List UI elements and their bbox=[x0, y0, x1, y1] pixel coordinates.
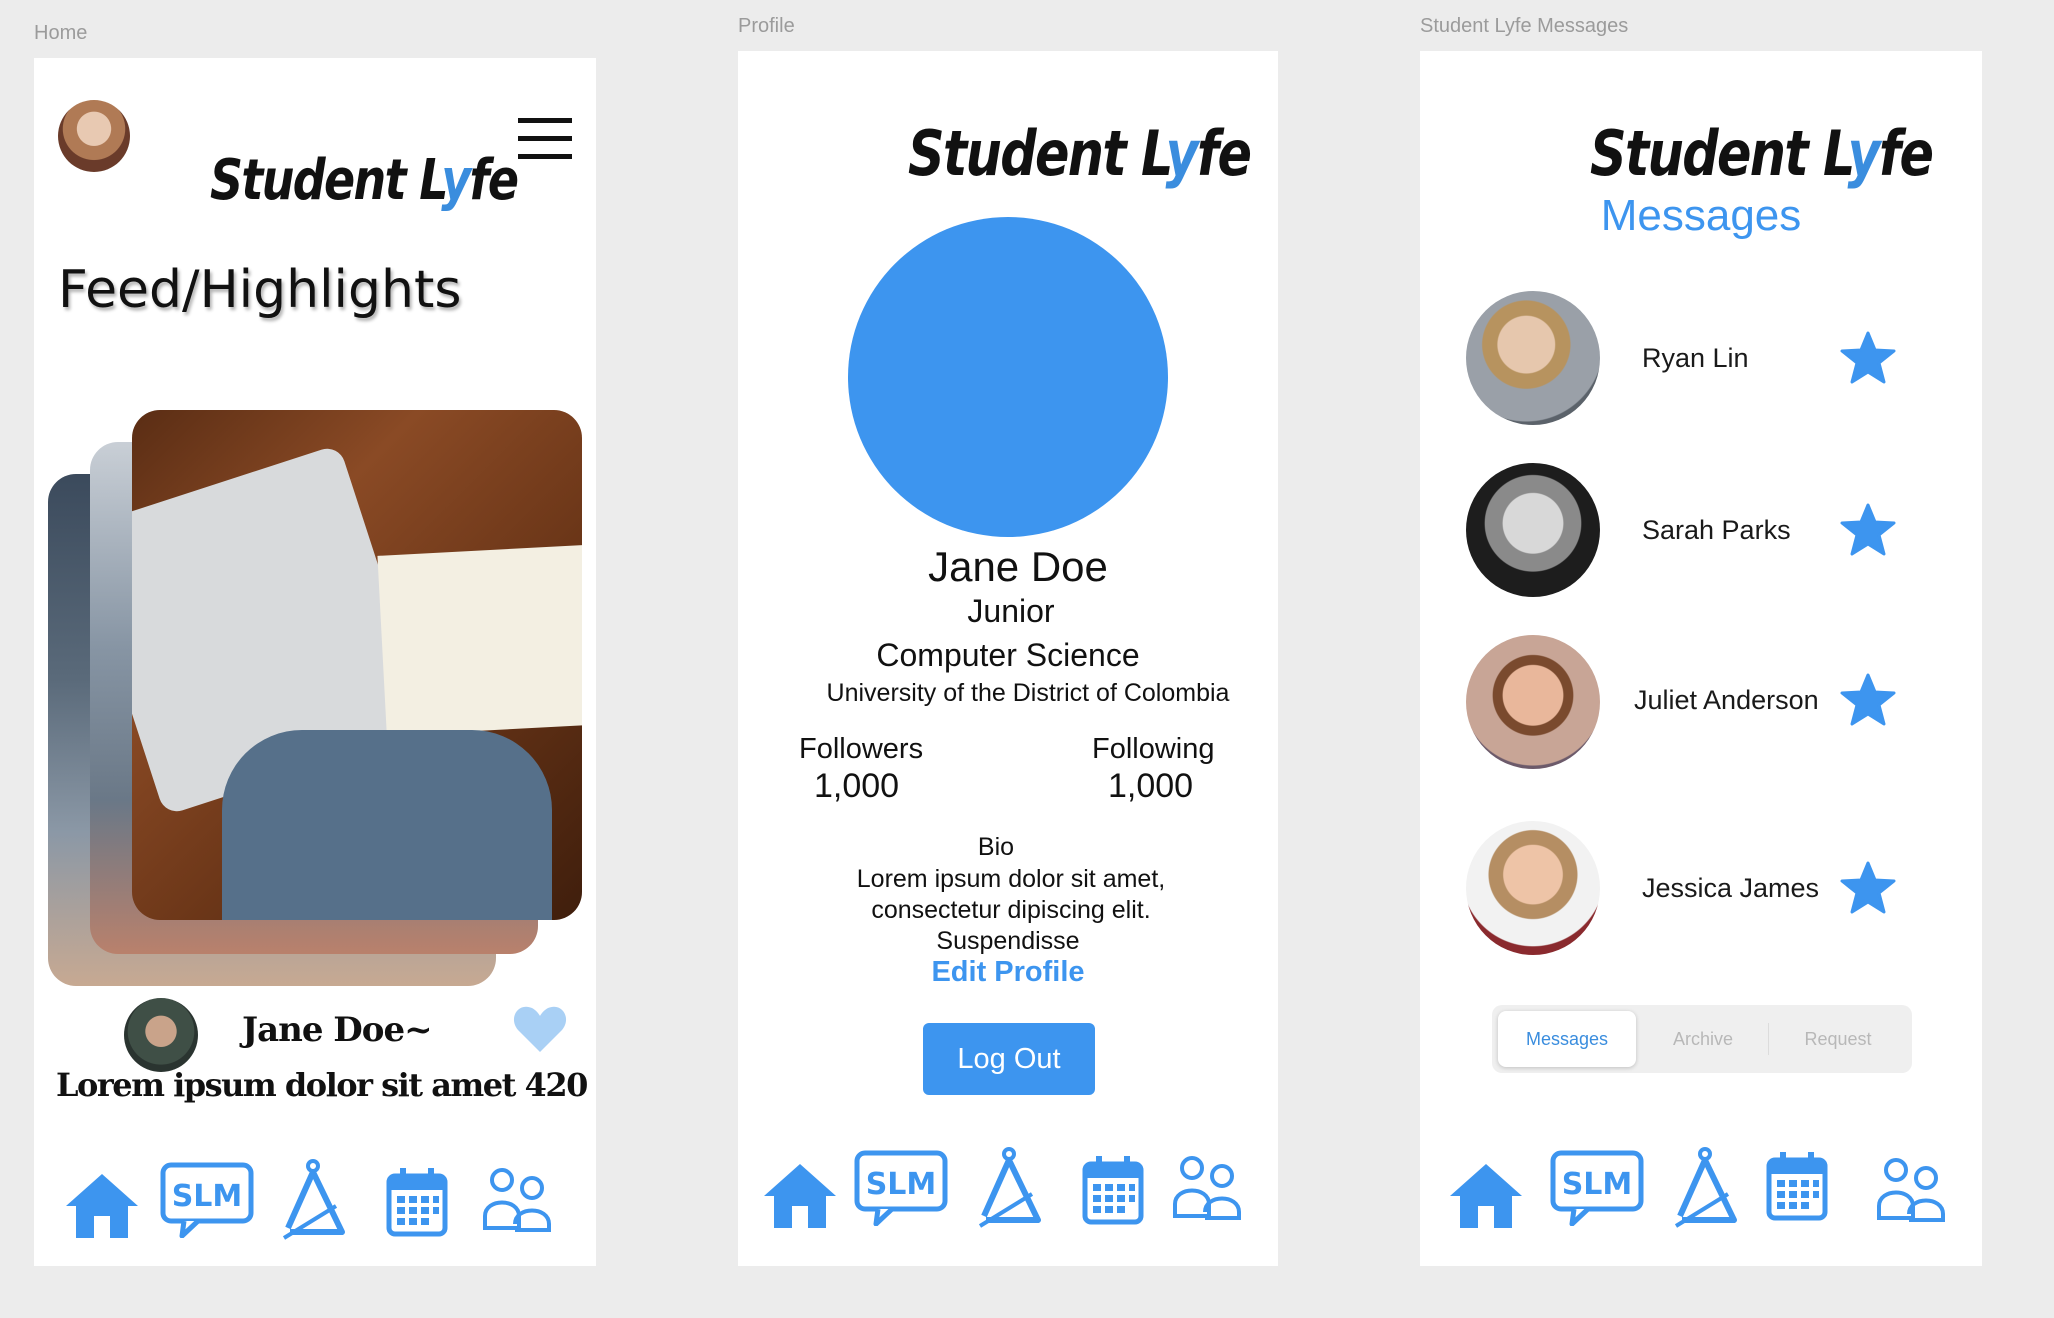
tab-messages[interactable]: Messages bbox=[1498, 1011, 1636, 1067]
bottom-nav: SLM bbox=[1420, 1147, 1982, 1244]
tab-divider bbox=[1768, 1023, 1769, 1055]
notebook-image bbox=[377, 544, 582, 736]
triangle-instrument-icon[interactable] bbox=[1670, 1146, 1740, 1230]
svg-text:SLM: SLM bbox=[1562, 1167, 1633, 1202]
bottom-nav: SLM bbox=[738, 1147, 1278, 1244]
people-icon[interactable] bbox=[1876, 1156, 1946, 1222]
app-logo: Student Lyfe bbox=[210, 148, 519, 213]
people-icon[interactable] bbox=[1172, 1154, 1242, 1220]
post-author-name: Jane Doe~ bbox=[242, 1010, 433, 1050]
contact-avatar bbox=[1466, 463, 1600, 597]
frame-label-home: Home bbox=[34, 22, 88, 44]
profile-screen: Student Lyfe Jane Doe Junior Computer Sc… bbox=[738, 51, 1278, 1266]
app-logo: Student Lyfe bbox=[908, 117, 1252, 190]
triangle-instrument-icon[interactable] bbox=[278, 1158, 348, 1242]
calendar-icon[interactable] bbox=[386, 1166, 448, 1238]
messages-title: Messages bbox=[1600, 191, 1802, 240]
star-icon[interactable] bbox=[1840, 503, 1896, 557]
people-icon[interactable] bbox=[482, 1166, 552, 1232]
svg-text:SLM: SLM bbox=[866, 1167, 937, 1202]
app-logo: Student Lyfe bbox=[1590, 117, 1934, 190]
frame-label-profile: Profile bbox=[738, 15, 795, 37]
bio-line-3: Suspendisse bbox=[936, 927, 1080, 955]
logout-button[interactable]: Log Out bbox=[923, 1023, 1095, 1095]
contact-name: Juliet Anderson bbox=[1634, 685, 1819, 715]
contact-avatar bbox=[1466, 635, 1600, 769]
contact-avatar bbox=[1466, 821, 1600, 955]
contact-name: Jessica James bbox=[1642, 873, 1820, 903]
contact-name: Sarah Parks bbox=[1642, 515, 1791, 545]
tab-request[interactable]: Request bbox=[1770, 1011, 1906, 1067]
star-icon[interactable] bbox=[1840, 331, 1896, 385]
profile-name: Jane Doe bbox=[928, 543, 1108, 590]
contact-avatar bbox=[1466, 291, 1600, 425]
home-icon[interactable] bbox=[762, 1162, 838, 1230]
post-caption: Lorem ipsum dolor sit amet 420 4lyfe bbox=[56, 1066, 596, 1104]
menu-icon[interactable] bbox=[518, 118, 572, 159]
calendar-icon[interactable] bbox=[1766, 1150, 1828, 1222]
messages-screen: Student Lyfe Messages Ryan Lin Sarah Par… bbox=[1420, 51, 1982, 1266]
profile-major: Computer Science bbox=[876, 637, 1140, 673]
post-author-avatar[interactable] bbox=[124, 998, 198, 1072]
messages-tab-bar: Messages Archive Request bbox=[1492, 1005, 1912, 1073]
triangle-instrument-icon[interactable] bbox=[974, 1146, 1044, 1230]
bottom-nav: SLM bbox=[34, 1159, 596, 1252]
contact-name: Ryan Lin bbox=[1642, 343, 1749, 373]
user-avatar[interactable] bbox=[58, 100, 130, 172]
tab-archive[interactable]: Archive bbox=[1638, 1011, 1768, 1067]
profile-university: University of the District of Colombia bbox=[826, 679, 1230, 707]
followers-count: 1,000 bbox=[814, 767, 900, 805]
bio-line-2: consectetur dipiscing elit. bbox=[871, 896, 1151, 924]
edit-profile-link[interactable]: Edit Profile bbox=[738, 956, 1278, 989]
slm-chat-icon[interactable]: SLM bbox=[160, 1162, 256, 1238]
home-screen: Student Lyfe Feed/Highlights Jane Doe~ L… bbox=[34, 58, 596, 1266]
followers-label[interactable]: Followers bbox=[799, 733, 923, 766]
calendar-icon[interactable] bbox=[1082, 1154, 1144, 1226]
profile-avatar[interactable] bbox=[848, 217, 1168, 537]
following-count: 1,000 bbox=[1108, 767, 1194, 805]
backpack-image bbox=[222, 730, 552, 920]
home-icon[interactable] bbox=[64, 1172, 140, 1240]
heart-icon[interactable] bbox=[512, 1004, 568, 1054]
bio-label: Bio bbox=[977, 833, 1015, 861]
slm-chat-icon[interactable]: SLM bbox=[854, 1150, 950, 1226]
slm-chat-icon[interactable]: SLM bbox=[1550, 1150, 1646, 1226]
star-icon[interactable] bbox=[1840, 861, 1896, 915]
frame-label-messages: Student Lyfe Messages bbox=[1420, 15, 1629, 37]
following-label[interactable]: Following bbox=[1092, 733, 1215, 766]
svg-text:SLM: SLM bbox=[172, 1179, 243, 1214]
star-icon[interactable] bbox=[1840, 673, 1896, 727]
bio-line-1: Lorem ipsum dolor sit amet, bbox=[856, 865, 1166, 893]
feed-card-front[interactable] bbox=[132, 410, 582, 920]
feed-title: Feed/Highlights bbox=[58, 260, 462, 320]
profile-year: Junior bbox=[967, 593, 1055, 629]
home-icon[interactable] bbox=[1448, 1162, 1524, 1230]
